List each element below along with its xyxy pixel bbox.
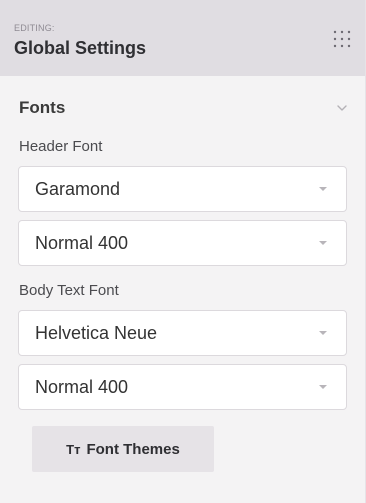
grid-menu-icon[interactable] [331,28,353,50]
dropdown-caret-icon [319,241,327,245]
chevron-down-icon[interactable] [329,95,355,121]
header-font-label: Header Font [19,138,103,155]
page-title: Global Settings [14,38,147,58]
dropdown-caret-icon [319,331,327,335]
body-font-family-select[interactable]: Helvetica Neue [18,310,347,356]
header-font-weight-value: Normal 400 [35,232,129,253]
fonts-section-header[interactable]: Fonts [18,76,347,140]
font-themes-label: Font Themes [86,440,180,458]
body-font-weight-select[interactable]: Normal 400 [18,364,347,410]
body-text-font-label: Body Text Font [19,282,119,299]
header-font-family-select[interactable]: Garamond [18,166,347,212]
dropdown-caret-icon [319,187,327,191]
section-title: Fonts [19,98,66,117]
font-themes-button[interactable]: Tт Font Themes [32,426,214,472]
header-font-family-value: Garamond [35,178,121,199]
text-size-icon: Tт [66,441,81,457]
body-font-weight-value: Normal 400 [35,376,129,397]
panel-header: EDITING: Global Settings [0,0,365,76]
editing-label: EDITING: [14,23,55,33]
fonts-section: Fonts Header Font Garamond Normal 400 Bo… [0,76,365,472]
header-font-weight-select[interactable]: Normal 400 [18,220,347,266]
body-font-family-value: Helvetica Neue [35,322,158,343]
dropdown-caret-icon [319,385,327,389]
settings-panel: EDITING: Global Settings Fonts Header Fo… [0,0,366,503]
